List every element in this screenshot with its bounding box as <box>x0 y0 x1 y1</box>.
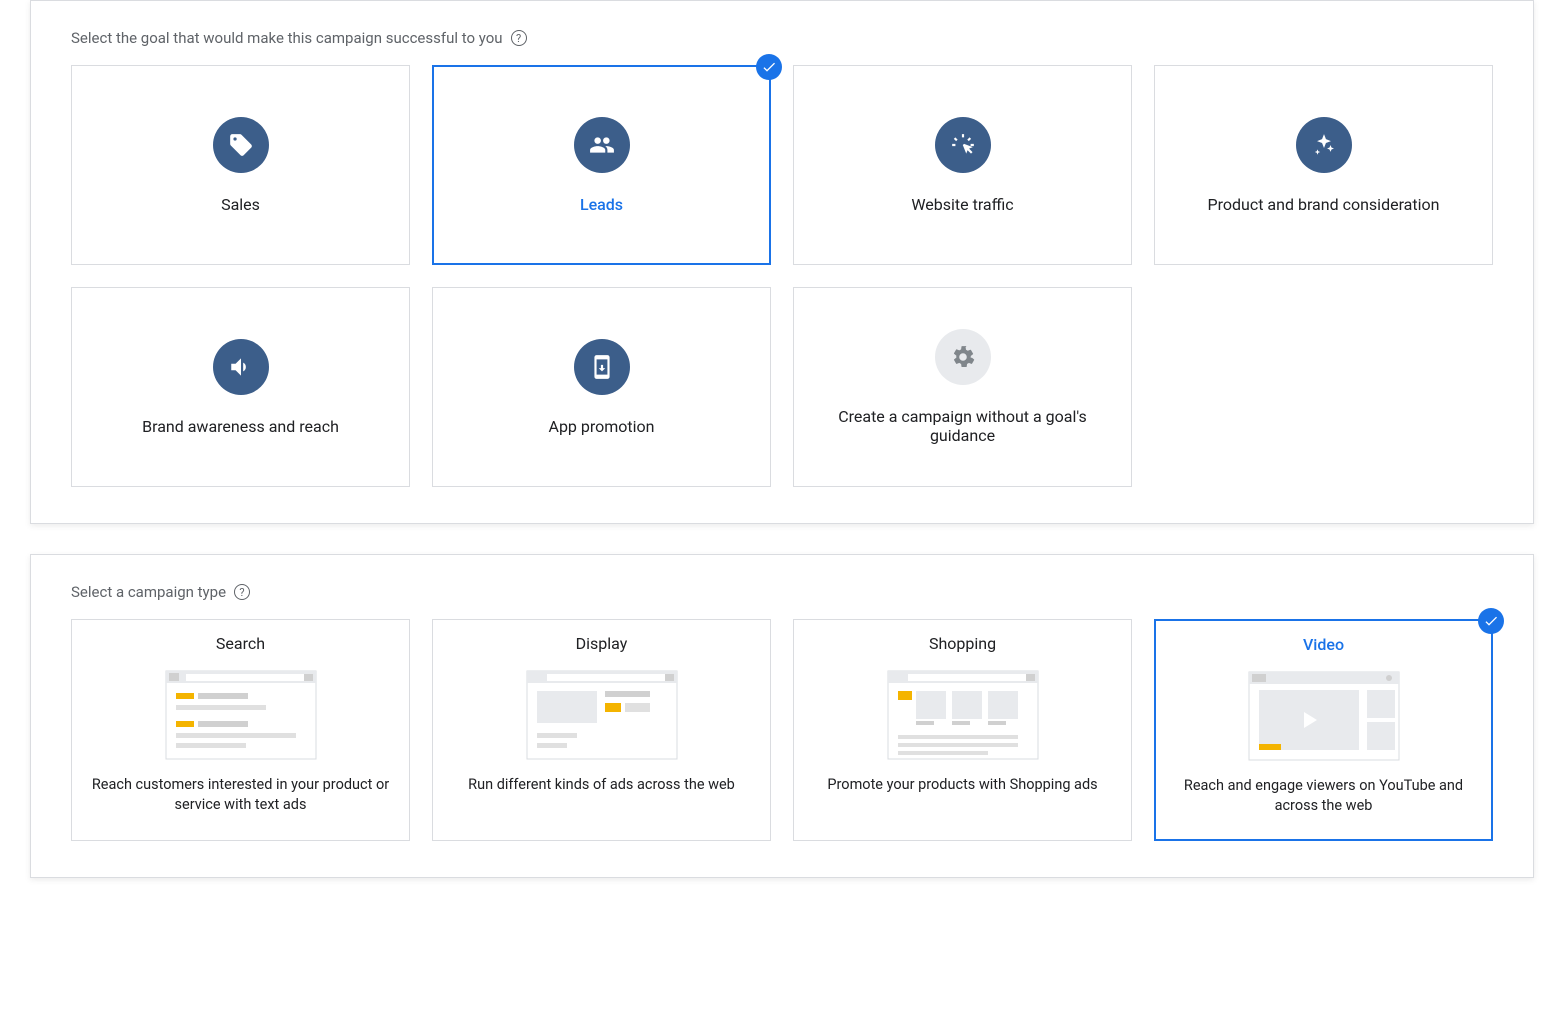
goal-card-no-goal[interactable]: Create a campaign without a goal's guida… <box>793 287 1132 487</box>
type-card-video[interactable]: Video Reach and engage viewers on YouTub… <box>1154 619 1493 841</box>
type-title: Display <box>576 634 628 653</box>
goal-label: Create a campaign without a goal's guida… <box>810 407 1115 445</box>
goals-heading-row: Select the goal that would make this cam… <box>71 29 1493 47</box>
help-icon[interactable]: ? <box>234 584 250 600</box>
goal-card-app-promotion[interactable]: App promotion <box>432 287 771 487</box>
type-desc: Run different kinds of ads across the we… <box>468 775 735 795</box>
phone-download-icon <box>574 339 630 395</box>
goal-card-website-traffic[interactable]: Website traffic <box>793 65 1132 265</box>
goal-label: Leads <box>580 195 623 214</box>
type-desc: Reach and engage viewers on YouTube and … <box>1174 776 1473 815</box>
shopping-thumb-icon <box>878 663 1048 763</box>
goal-label: Product and brand consideration <box>1208 195 1440 214</box>
goal-label: Website traffic <box>911 195 1013 214</box>
type-card-shopping[interactable]: Shopping <box>793 619 1132 841</box>
goal-label: Sales <box>221 195 260 214</box>
types-grid: Search Reach customers interes <box>71 619 1493 841</box>
goal-card-leads[interactable]: Leads <box>432 65 771 265</box>
gear-icon <box>935 329 991 385</box>
type-desc: Reach customers interested in your produ… <box>90 775 391 814</box>
types-heading-row: Select a campaign type ? <box>71 583 1493 601</box>
type-card-search[interactable]: Search Reach customers interes <box>71 619 410 841</box>
people-icon <box>574 117 630 173</box>
type-title: Shopping <box>929 634 996 653</box>
campaign-type-panel: Select a campaign type ? Search <box>30 554 1534 878</box>
sparkle-icon <box>1296 117 1352 173</box>
search-thumb-icon <box>156 663 326 763</box>
type-title: Video <box>1303 635 1344 654</box>
goal-card-brand-awareness[interactable]: Brand awareness and reach <box>71 287 410 487</box>
type-desc: Promote your products with Shopping ads <box>827 775 1097 795</box>
type-title: Search <box>216 634 265 653</box>
goal-card-sales[interactable]: Sales <box>71 65 410 265</box>
types-heading: Select a campaign type <box>71 583 226 601</box>
goals-heading: Select the goal that would make this cam… <box>71 29 503 47</box>
display-thumb-icon <box>517 663 687 763</box>
goal-label: Brand awareness and reach <box>142 417 339 436</box>
type-card-display[interactable]: Display Run different kinds of ads acros… <box>432 619 771 841</box>
goal-label: App promotion <box>549 417 655 436</box>
checkmark-icon <box>756 54 782 80</box>
goals-panel: Select the goal that would make this cam… <box>30 0 1534 524</box>
help-icon[interactable]: ? <box>511 30 527 46</box>
goal-card-product-brand-consideration[interactable]: Product and brand consideration <box>1154 65 1493 265</box>
goals-grid: Sales Leads Website traffic Product and … <box>71 65 1493 487</box>
checkmark-icon <box>1478 608 1504 634</box>
video-thumb-icon <box>1239 664 1409 764</box>
cursor-click-icon <box>935 117 991 173</box>
tag-icon <box>213 117 269 173</box>
megaphone-icon <box>213 339 269 395</box>
